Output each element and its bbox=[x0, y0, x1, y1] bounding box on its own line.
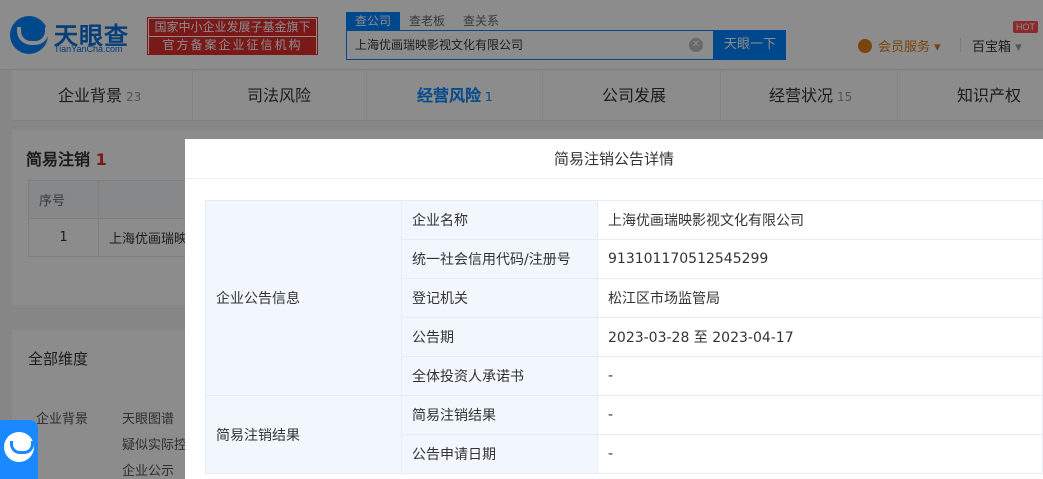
floating-app-button[interactable] bbox=[0, 420, 38, 479]
table-row: 简易注销结果 简易注销结果 - bbox=[205, 395, 1043, 474]
table-row: 企业公告信息 企业名称 上海优画瑞映影视文化有限公司 bbox=[205, 200, 1043, 396]
detail-table: 企业公告信息 企业名称 上海优画瑞映影视文化有限公司 统一社会信用代码/注册号 … bbox=[205, 200, 1043, 474]
field-value-announcement-period: 2023-03-28 至 2023-04-17 bbox=[597, 317, 1043, 357]
app-logo-icon bbox=[4, 432, 34, 462]
modal-title: 简易注销公告详情 bbox=[185, 139, 1043, 179]
group-label-announcement: 企业公告信息 bbox=[205, 200, 402, 396]
group-label-result: 简易注销结果 bbox=[205, 395, 402, 474]
field-value-credit-code: 913101170512545299 bbox=[597, 239, 1043, 279]
deregistration-detail-modal: 简易注销公告详情 企业公告信息 企业名称 上海优画瑞映影视文化有限公司 统一社会… bbox=[185, 139, 1043, 479]
field-value-result: - bbox=[597, 395, 1043, 435]
field-key: 企业名称 bbox=[401, 200, 598, 240]
field-key: 公告申请日期 bbox=[401, 434, 598, 474]
field-key: 全体投资人承诺书 bbox=[401, 356, 598, 396]
field-value-investor-commitment: - bbox=[597, 356, 1043, 396]
field-value-registration-authority: 松江区市场监管局 bbox=[597, 278, 1043, 318]
field-key: 统一社会信用代码/注册号 bbox=[401, 239, 598, 279]
field-key: 简易注销结果 bbox=[401, 395, 598, 435]
field-value-application-date: - bbox=[597, 434, 1043, 474]
field-key: 公告期 bbox=[401, 317, 598, 357]
field-key: 登记机关 bbox=[401, 278, 598, 318]
field-value-company-name: 上海优画瑞映影视文化有限公司 bbox=[597, 200, 1043, 240]
